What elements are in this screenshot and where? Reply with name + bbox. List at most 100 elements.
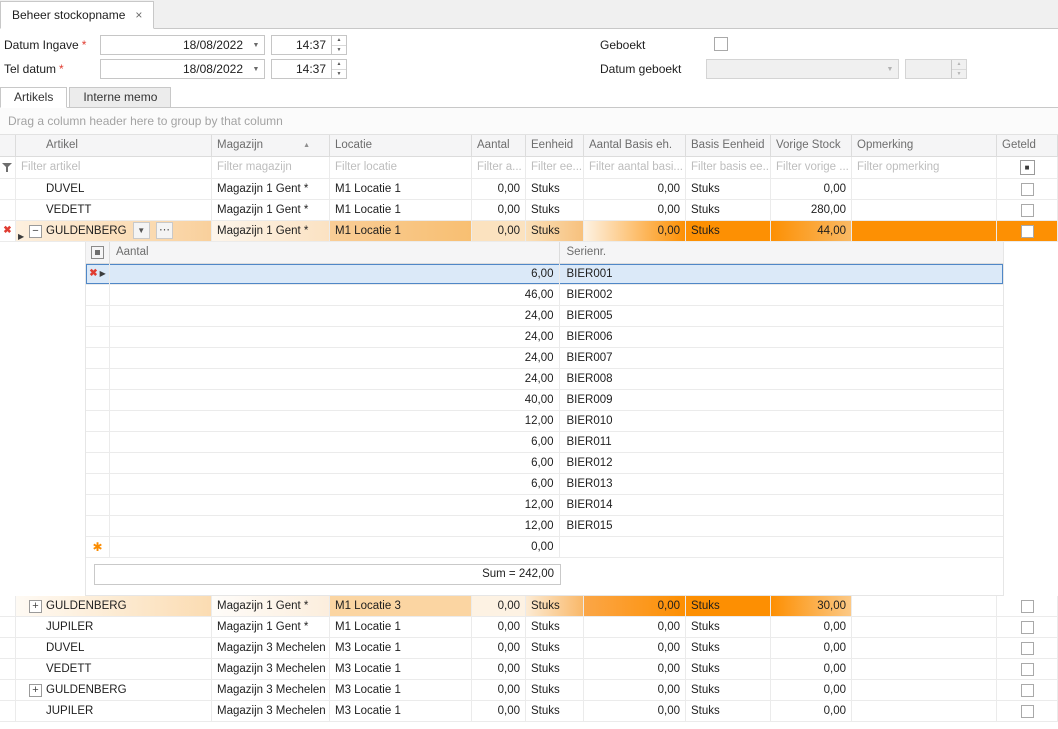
column-header-aantal[interactable]: Aantal bbox=[472, 135, 526, 157]
detail-cell-serienr[interactable]: BIER008 bbox=[560, 369, 1003, 390]
filter-icon[interactable] bbox=[0, 157, 16, 179]
cell-magazijn[interactable]: Magazijn 3 Mechelen bbox=[212, 659, 330, 680]
cell-opmerking[interactable] bbox=[852, 200, 997, 221]
cell-locatie[interactable]: M3 Locatie 1 bbox=[330, 680, 472, 701]
geteld-checkbox[interactable] bbox=[1021, 705, 1034, 718]
cell-vorige-stock[interactable]: 0,00 bbox=[771, 659, 852, 680]
cell-vorige-stock[interactable]: 0,00 bbox=[771, 638, 852, 659]
editor-dropdown-icon[interactable]: ▼ bbox=[133, 222, 150, 239]
cell-vorige-stock[interactable]: 280,00 bbox=[771, 200, 852, 221]
geteld-checkbox[interactable] bbox=[1021, 642, 1034, 655]
filter-artikel-input[interactable]: Filter artikel bbox=[16, 157, 212, 179]
filter-magazijn-input[interactable]: Filter magazijn bbox=[212, 157, 330, 179]
cell-magazijn[interactable]: Magazijn 1 Gent * bbox=[212, 617, 330, 638]
cell-magazijn[interactable]: Magazijn 3 Mechelen bbox=[212, 701, 330, 722]
cell-magazijn[interactable]: Magazijn 3 Mechelen bbox=[212, 680, 330, 701]
column-header-aantal-basis[interactable]: Aantal Basis eh. bbox=[584, 135, 686, 157]
time-spinner[interactable]: ▲▼ bbox=[331, 60, 346, 78]
datum-ingave-date-field[interactable]: 18/08/2022 ▼ bbox=[100, 35, 265, 55]
filter-aantal-basis-input[interactable]: Filter aantal basi... bbox=[584, 157, 686, 179]
cell-magazijn[interactable]: Magazijn 1 Gent * bbox=[212, 221, 330, 242]
cell-vorige-stock[interactable]: 0,00 bbox=[771, 680, 852, 701]
detail-cell-serienr[interactable]: BIER015 bbox=[560, 516, 1003, 537]
spin-down-icon[interactable]: ▼ bbox=[332, 70, 346, 79]
cell-artikel[interactable]: ▶ − GULDENBERG ▼ ⋯ bbox=[16, 221, 212, 242]
datum-ingave-time-field[interactable]: 14:37 ▲▼ bbox=[271, 35, 347, 55]
cell-eenheid[interactable]: Stuks bbox=[526, 680, 584, 701]
cell-artikel[interactable]: + GULDENBERG bbox=[16, 680, 212, 701]
cell-basis-eenheid[interactable]: Stuks bbox=[686, 200, 771, 221]
filter-opmerking-input[interactable]: Filter opmerking bbox=[852, 157, 997, 179]
filter-aantal-input[interactable]: Filter a... bbox=[472, 157, 526, 179]
cell-locatie[interactable]: M1 Locatie 1 bbox=[330, 617, 472, 638]
detail-cell-serienr[interactable]: BIER011 bbox=[560, 432, 1003, 453]
cell-aantal-basis[interactable]: 0,00 bbox=[584, 200, 686, 221]
detail-cell-aantal[interactable]: 6,00 bbox=[110, 264, 561, 285]
tab-artikels[interactable]: Artikels bbox=[0, 87, 67, 108]
detail-cell-serienr[interactable]: BIER007 bbox=[560, 348, 1003, 369]
spin-down-icon[interactable]: ▼ bbox=[332, 46, 346, 55]
cell-eenheid[interactable]: Stuks bbox=[526, 200, 584, 221]
detail-cell-aantal[interactable]: 12,00 bbox=[110, 495, 561, 516]
tel-datum-time-field[interactable]: 14:37 ▲▼ bbox=[271, 59, 347, 79]
cell-magazijn[interactable]: Magazijn 1 Gent * bbox=[212, 596, 330, 617]
column-header-opmerking[interactable]: Opmerking bbox=[852, 135, 997, 157]
detail-cell-serienr[interactable]: BIER010 bbox=[560, 411, 1003, 432]
detail-cell-aantal[interactable]: 46,00 bbox=[110, 285, 561, 306]
cell-eenheid[interactable]: Stuks bbox=[526, 701, 584, 722]
cell-eenheid[interactable]: Stuks bbox=[526, 179, 584, 200]
detail-cell-aantal[interactable]: 6,00 bbox=[110, 432, 561, 453]
column-header-locatie[interactable]: Locatie bbox=[330, 135, 472, 157]
cell-aantal-basis[interactable]: 0,00 bbox=[584, 179, 686, 200]
cell-basis-eenheid[interactable]: Stuks bbox=[686, 596, 771, 617]
cell-aantal[interactable]: 0,00 bbox=[472, 617, 526, 638]
column-header-eenheid[interactable]: Eenheid bbox=[526, 135, 584, 157]
cell-aantal[interactable]: 0,00 bbox=[472, 179, 526, 200]
detail-cell-serienr[interactable]: BIER012 bbox=[560, 453, 1003, 474]
detail-cell-serienr[interactable] bbox=[560, 537, 1003, 558]
detail-cell-aantal[interactable]: 12,00 bbox=[110, 411, 561, 432]
time-spinner[interactable]: ▲▼ bbox=[331, 36, 346, 54]
cell-aantal-basis[interactable]: 0,00 bbox=[584, 596, 686, 617]
cell-opmerking[interactable] bbox=[852, 659, 997, 680]
cell-opmerking[interactable] bbox=[852, 638, 997, 659]
close-icon[interactable]: × bbox=[135, 9, 142, 21]
editor-ellipsis-icon[interactable]: ⋯ bbox=[156, 222, 173, 239]
cell-basis-eenheid[interactable]: Stuks bbox=[686, 680, 771, 701]
detail-header-serienr[interactable]: Serienr. bbox=[560, 242, 1003, 264]
detail-cell-serienr[interactable]: BIER013 bbox=[560, 474, 1003, 495]
cell-locatie[interactable]: M1 Locatie 3 bbox=[330, 596, 472, 617]
detail-cell-aantal[interactable]: 24,00 bbox=[110, 369, 561, 390]
detail-corner-button[interactable] bbox=[86, 242, 110, 264]
expand-row-icon[interactable]: + bbox=[29, 684, 42, 697]
cell-artikel[interactable]: JUPILER bbox=[16, 701, 212, 722]
cell-artikel[interactable]: JUPILER bbox=[16, 617, 212, 638]
cell-basis-eenheid[interactable]: Stuks bbox=[686, 659, 771, 680]
cell-locatie[interactable]: M1 Locatie 1 bbox=[330, 200, 472, 221]
chevron-down-icon[interactable]: ▼ bbox=[248, 60, 264, 78]
column-header-artikel[interactable]: Artikel bbox=[16, 135, 212, 157]
cell-eenheid[interactable]: Stuks bbox=[526, 221, 584, 242]
expand-row-icon[interactable]: + bbox=[29, 600, 42, 613]
cell-opmerking[interactable] bbox=[852, 701, 997, 722]
tel-datum-date-field[interactable]: 18/08/2022 ▼ bbox=[100, 59, 265, 79]
detail-cell-serienr[interactable]: BIER002 bbox=[560, 285, 1003, 306]
cell-opmerking[interactable] bbox=[852, 221, 997, 242]
cell-aantal[interactable]: 0,00 bbox=[472, 200, 526, 221]
cell-opmerking[interactable] bbox=[852, 680, 997, 701]
cell-eenheid[interactable]: Stuks bbox=[526, 617, 584, 638]
cell-basis-eenheid[interactable]: Stuks bbox=[686, 221, 771, 242]
detail-cell-serienr[interactable]: BIER006 bbox=[560, 327, 1003, 348]
cell-opmerking[interactable] bbox=[852, 617, 997, 638]
detail-cell-aantal[interactable]: 6,00 bbox=[110, 474, 561, 495]
cell-locatie[interactable]: M3 Locatie 1 bbox=[330, 701, 472, 722]
cell-basis-eenheid[interactable]: Stuks bbox=[686, 617, 771, 638]
cell-basis-eenheid[interactable]: Stuks bbox=[686, 701, 771, 722]
detail-cell-serienr[interactable]: BIER009 bbox=[560, 390, 1003, 411]
filter-eenheid-input[interactable]: Filter ee... bbox=[526, 157, 584, 179]
geteld-checkbox[interactable] bbox=[1021, 663, 1034, 676]
cell-aantal-basis[interactable]: 0,00 bbox=[584, 701, 686, 722]
cell-vorige-stock[interactable]: 44,00 bbox=[771, 221, 852, 242]
cell-locatie[interactable]: M3 Locatie 1 bbox=[330, 659, 472, 680]
detail-cell-serienr[interactable]: BIER005 bbox=[560, 306, 1003, 327]
